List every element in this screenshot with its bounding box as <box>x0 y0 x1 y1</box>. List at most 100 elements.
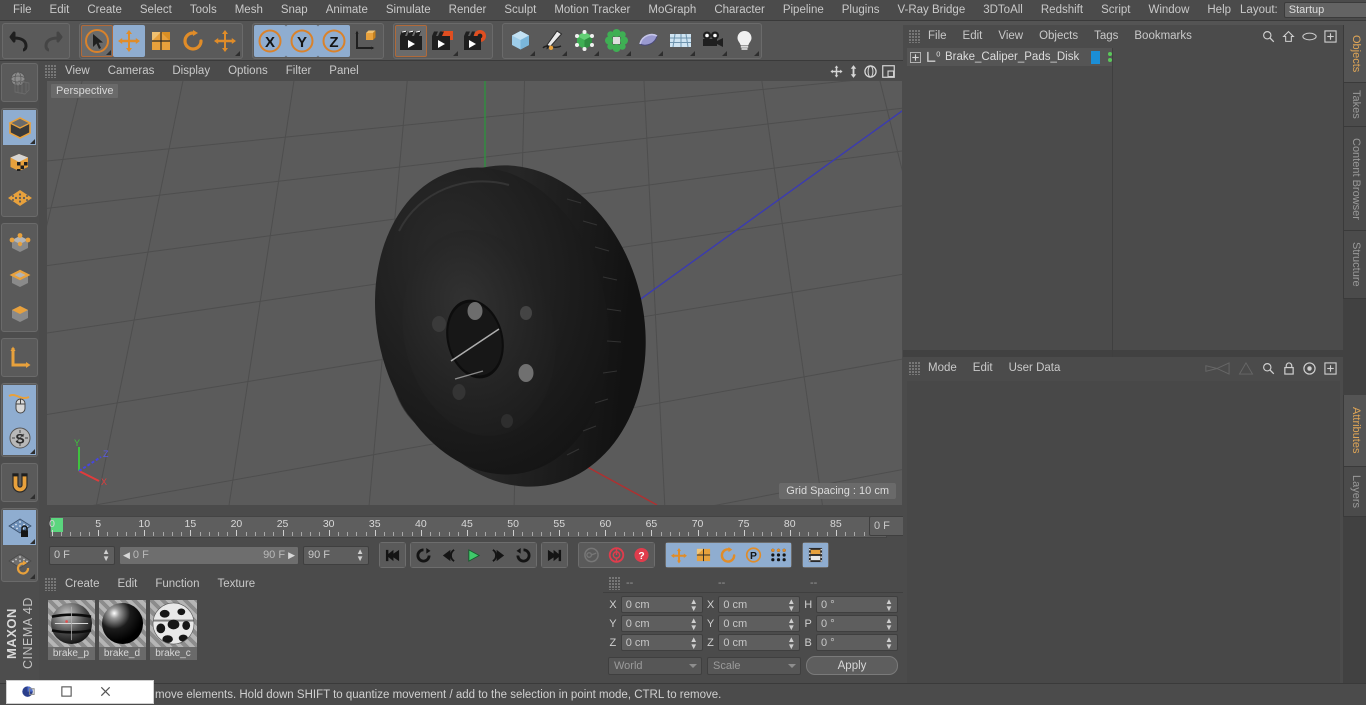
material-item[interactable]: brake_d <box>98 600 146 662</box>
world-coordinate-toggle[interactable] <box>350 24 382 57</box>
texture-mode-button[interactable] <box>3 145 36 180</box>
add-generator-button[interactable] <box>568 24 600 57</box>
record-active-objects-button[interactable] <box>579 543 604 567</box>
object-menu-objects[interactable]: Objects <box>1031 27 1086 45</box>
coord-field-pos-z[interactable]: 0 cm ▲ ▼ <box>620 634 703 651</box>
material-preview-icon[interactable] <box>149 600 197 647</box>
attribute-menu-user-data[interactable]: User Data <box>1001 359 1069 377</box>
menu-3dtoall[interactable]: 3DToAll <box>974 1 1032 19</box>
app-icon[interactable] <box>21 685 36 700</box>
add-spline-button[interactable] <box>536 24 568 57</box>
maximize-view-icon[interactable] <box>882 64 895 78</box>
layout-select[interactable]: Startup <box>1283 2 1366 18</box>
redo-button[interactable] <box>36 24 68 57</box>
render-settings-button[interactable] <box>459 24 491 57</box>
timeline-ruler[interactable]: 051015202530354045505560657075808590 <box>49 516 888 538</box>
autokeying-button[interactable] <box>604 543 629 567</box>
material-menu-create[interactable]: Create <box>56 575 109 593</box>
vertical-tab-attributes[interactable]: Attributes <box>1343 395 1366 467</box>
menu-sculpt[interactable]: Sculpt <box>495 1 545 19</box>
menu-help[interactable]: Help <box>1198 1 1240 19</box>
menu-pipeline[interactable]: Pipeline <box>774 1 833 19</box>
coord-field-rot-h[interactable]: 0 ° ▲ ▼ <box>816 596 898 613</box>
play-button[interactable] <box>461 543 486 567</box>
model-mode-button[interactable] <box>3 110 36 145</box>
vertical-tab-content-browser[interactable]: Content Browser <box>1343 127 1366 231</box>
apply-button[interactable]: Apply <box>806 656 898 675</box>
menu-create[interactable]: Create <box>78 1 131 19</box>
object-menu-file[interactable]: File <box>920 27 955 45</box>
lock-workplane-button[interactable] <box>3 510 36 545</box>
workplane-rotate-button[interactable] <box>3 545 36 580</box>
coordinate-space-dropdown[interactable]: World <box>608 656 703 675</box>
menu-plugins[interactable]: Plugins <box>833 1 889 19</box>
spinner-icon[interactable]: ▲▼ <box>690 616 698 631</box>
menu-simulate[interactable]: Simulate <box>377 1 440 19</box>
add-mograph-button[interactable] <box>600 24 632 57</box>
search-icon[interactable] <box>1262 362 1275 375</box>
menu-render[interactable]: Render <box>440 1 496 19</box>
target-icon[interactable] <box>1303 361 1316 375</box>
scale-tool[interactable] <box>145 24 177 57</box>
object-tree[interactable]: 0 Brake_Caliper_Pads_Disk <box>907 48 1340 370</box>
go-to-end-button[interactable] <box>542 543 567 567</box>
render-view-button[interactable] <box>395 24 427 57</box>
attribute-menu-edit[interactable]: Edit <box>965 359 1001 377</box>
spinner-icon[interactable]: ▲▼ <box>787 597 795 612</box>
eye-icon[interactable] <box>1302 32 1317 41</box>
go-to-start-button[interactable] <box>380 543 405 567</box>
menu-script[interactable]: Script <box>1092 1 1139 19</box>
viewport-menu-view[interactable]: View <box>56 62 99 80</box>
close-window-icon[interactable] <box>99 685 114 700</box>
key-scale-button[interactable] <box>691 543 716 567</box>
z-axis-lock[interactable]: Z <box>318 24 350 57</box>
forward-history-icon[interactable] <box>1238 361 1254 375</box>
material-menu-texture[interactable]: Texture <box>208 575 264 593</box>
key-rotation-button[interactable] <box>716 543 741 567</box>
vertical-tab-objects[interactable]: Objects <box>1343 25 1366 83</box>
object-menu-tags[interactable]: Tags <box>1086 27 1126 45</box>
menu-edit[interactable]: Edit <box>41 1 79 19</box>
spinner-icon[interactable]: ▲▼ <box>787 616 795 631</box>
viewport-menu-filter[interactable]: Filter <box>277 62 321 80</box>
home-icon[interactable] <box>1282 30 1295 43</box>
workplane-mode-button[interactable] <box>3 180 36 215</box>
spinner-icon[interactable]: ▲▼ <box>356 548 364 563</box>
object-menu-bookmarks[interactable]: Bookmarks <box>1126 27 1200 45</box>
panel-grip-icon[interactable] <box>45 64 56 78</box>
material-menu-edit[interactable]: Edit <box>109 575 147 593</box>
point-mode-button[interactable] <box>3 225 36 260</box>
max-frame-field[interactable]: 90 F ▲ ▼ <box>303 545 369 565</box>
coord-field-pos-y[interactable]: 0 cm ▲ ▼ <box>620 615 703 632</box>
attribute-content-area[interactable] <box>907 381 1340 703</box>
snap-magnet-button[interactable] <box>3 465 36 500</box>
play-forwards-loop-button[interactable] <box>511 543 536 567</box>
rotate-tool[interactable] <box>177 24 209 57</box>
add-panel-icon[interactable] <box>1324 29 1337 43</box>
add-panel-icon[interactable] <box>1324 361 1337 375</box>
current-frame-field[interactable]: 0 F ▲ ▼ <box>49 545 115 565</box>
key-pla-button[interactable] <box>766 543 791 567</box>
range-left-arrow-icon[interactable]: ◀ <box>123 550 130 561</box>
viewport-canvas[interactable]: caliper <box>47 81 902 505</box>
pan-view-icon[interactable] <box>830 64 843 78</box>
key-position-button[interactable] <box>666 543 691 567</box>
add-environment-button[interactable] <box>664 24 696 57</box>
viewport-menu-cameras[interactable]: Cameras <box>99 62 164 80</box>
viewport-menu-options[interactable]: Options <box>219 62 277 80</box>
vertical-tab-takes[interactable]: Takes <box>1343 83 1366 127</box>
viewport-menu-display[interactable]: Display <box>163 62 219 80</box>
add-deformer-button[interactable] <box>632 24 664 57</box>
null-object-icon[interactable]: 0 <box>925 50 941 64</box>
coord-field-rot-b[interactable]: 0 ° ▲ ▼ <box>816 634 898 651</box>
menu-motion-tracker[interactable]: Motion Tracker <box>545 1 639 19</box>
make-editable-button[interactable] <box>3 65 36 100</box>
menu-window[interactable]: Window <box>1139 1 1198 19</box>
step-forward-button[interactable] <box>486 543 511 567</box>
step-back-button[interactable] <box>436 543 461 567</box>
timeline-filmstrip-button[interactable] <box>803 543 828 567</box>
taskbar-window-preview[interactable] <box>6 680 154 704</box>
coord-field-size-x[interactable]: 0 cm ▲ ▼ <box>718 596 801 613</box>
render-to-picture-viewer-button[interactable] <box>427 24 459 57</box>
material-preview-icon[interactable] <box>47 600 95 647</box>
